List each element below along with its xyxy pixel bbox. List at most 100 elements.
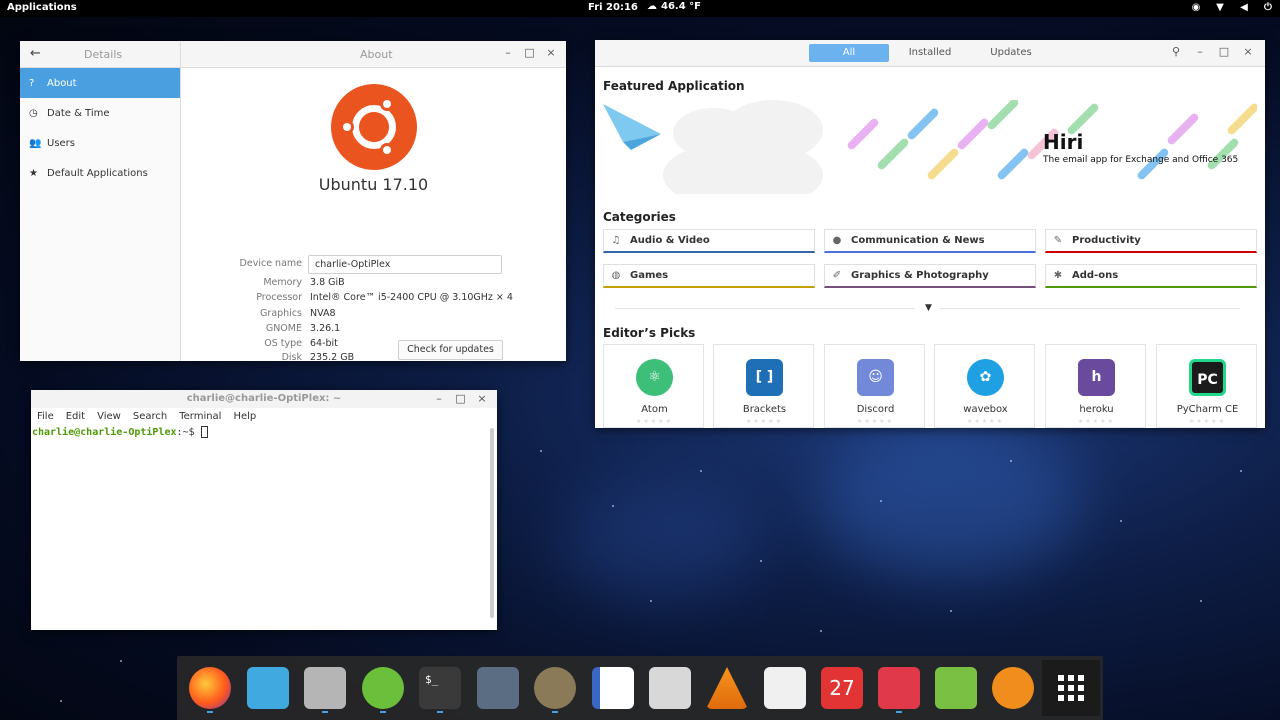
- writer-icon[interactable]: [592, 667, 634, 709]
- terminal-icon[interactable]: $_: [419, 667, 461, 709]
- applications-menu[interactable]: Applications: [7, 2, 77, 13]
- pick-name: Atom: [641, 404, 668, 415]
- mixer-icon[interactable]: [878, 667, 920, 709]
- info-row-gnome: GNOME 3.26.1: [181, 323, 566, 337]
- clock[interactable]: Fri 20:16: [588, 2, 638, 13]
- info-key: OS type: [264, 338, 302, 349]
- terminal-body[interactable]: charlie@charlie-OptiPlex:~$: [31, 425, 497, 630]
- menu-file[interactable]: File: [37, 411, 54, 422]
- settings-headerbar: ← Details About – □ ×: [20, 41, 566, 68]
- calendar-icon[interactable]: 27: [821, 667, 863, 709]
- volume-icon[interactable]: ◀: [1238, 1, 1250, 15]
- info-row-processor: Processor Intel® Core™ i5-2400 CPU @ 3.1…: [181, 292, 566, 306]
- search-icon[interactable]: ⚲: [1167, 45, 1185, 58]
- weather-indicator[interactable]: ☁ 46.4 °F: [647, 1, 701, 12]
- video-icon[interactable]: [477, 667, 519, 709]
- firefox-icon[interactable]: [189, 667, 231, 709]
- category-productivity[interactable]: ✎ Productivity: [1045, 229, 1257, 253]
- back-arrow-icon[interactable]: ←: [30, 46, 41, 61]
- category-audio-video[interactable]: ♫ Audio & Video: [603, 229, 815, 253]
- rating-stars: ★★★★★: [636, 418, 673, 425]
- ubuntu-logo-icon: [331, 84, 417, 170]
- pick-heroku[interactable]: h heroku ★★★★★: [1045, 344, 1146, 428]
- menu-help[interactable]: Help: [233, 411, 256, 422]
- info-row-memory: Memory 3.8 GiB: [181, 277, 566, 291]
- category-graphics-photography[interactable]: ✐ Graphics & Photography: [824, 264, 1036, 288]
- divider: [615, 308, 915, 309]
- calculator-icon[interactable]: [764, 667, 806, 709]
- menu-edit[interactable]: Edit: [66, 411, 85, 422]
- info-value: NVA8: [310, 308, 336, 319]
- terminal-scrollbar[interactable]: [490, 428, 494, 618]
- menu-search[interactable]: Search: [133, 411, 167, 422]
- info-row-os-type: OS type 64-bit: [181, 338, 566, 352]
- music-player-icon[interactable]: [935, 667, 977, 709]
- vlc-icon[interactable]: [706, 667, 748, 709]
- minimize-icon[interactable]: –: [430, 392, 448, 405]
- terminal-title: charlie@charlie-OptiPlex: ~: [186, 393, 342, 404]
- terminal-titlebar: charlie@charlie-OptiPlex: ~ – □ ×: [31, 390, 497, 408]
- menu-view[interactable]: View: [97, 411, 121, 422]
- maximize-icon[interactable]: □: [452, 392, 470, 405]
- pick-wavebox[interactable]: ✿ wavebox ★★★★★: [934, 344, 1035, 428]
- gamepad-icon: ◍: [611, 270, 621, 281]
- featured-banner[interactable]: Hiri The email app for Exchange and Offi…: [603, 100, 1257, 194]
- tab-updates[interactable]: Updates: [971, 44, 1051, 62]
- info-key: Memory: [263, 277, 302, 288]
- maximize-icon[interactable]: □: [1215, 45, 1233, 58]
- tab-all[interactable]: All: [809, 44, 889, 62]
- tab-installed[interactable]: Installed: [890, 44, 970, 62]
- prompt-suffix: :~$: [176, 427, 201, 438]
- pick-name: wavebox: [963, 404, 1008, 415]
- running-indicator: [437, 711, 443, 713]
- terminal-menubar: File Edit View Search Terminal Help: [31, 408, 497, 425]
- category-communication-news[interactable]: ● Communication & News: [824, 229, 1036, 253]
- running-indicator: [896, 711, 902, 713]
- info-row-graphics: Graphics NVA8: [181, 308, 566, 322]
- minimize-icon[interactable]: –: [499, 46, 517, 59]
- device-name-field[interactable]: charlie-OptiPlex: [308, 255, 502, 274]
- sidebar-item-about[interactable]: ? About: [20, 68, 180, 98]
- sidebar-item-users[interactable]: 👥 Users: [20, 128, 180, 158]
- pick-atom[interactable]: ⚛ Atom ★★★★★: [603, 344, 704, 428]
- info-value: 3.26.1: [310, 323, 341, 334]
- rating-stars: ★★★★★: [746, 418, 783, 425]
- files-icon[interactable]: [247, 667, 289, 709]
- info-key: Processor: [256, 292, 302, 303]
- maximize-icon[interactable]: □: [521, 46, 539, 59]
- text-editor-icon[interactable]: [649, 667, 691, 709]
- minimize-icon[interactable]: –: [1191, 45, 1209, 58]
- expand-categories-icon[interactable]: ▼: [925, 303, 932, 313]
- software-center-icon[interactable]: [304, 667, 346, 709]
- device-name-label: Device name: [239, 258, 302, 269]
- close-icon[interactable]: ×: [473, 392, 491, 405]
- sidebar-item-default-applications[interactable]: ★ Default Applications: [20, 158, 180, 188]
- settings-icon[interactable]: [362, 667, 404, 709]
- accessibility-icon[interactable]: ◉: [1190, 1, 1202, 15]
- rating-stars: ★★★★★: [1078, 418, 1115, 425]
- sync-icon[interactable]: [992, 667, 1034, 709]
- category-add-ons[interactable]: ✱ Add-ons: [1045, 264, 1257, 288]
- category-label: Graphics & Photography: [851, 270, 989, 281]
- header-separator: [180, 41, 181, 68]
- star-icon: ★: [29, 167, 38, 179]
- close-icon[interactable]: ×: [1239, 45, 1257, 58]
- question-icon: ?: [29, 77, 35, 89]
- details-title: Details: [84, 48, 123, 61]
- running-indicator: [322, 711, 328, 713]
- gimp-icon[interactable]: [534, 667, 576, 709]
- featured-title: Featured Application: [603, 79, 745, 93]
- check-updates-button[interactable]: Check for updates: [398, 340, 503, 360]
- close-icon[interactable]: ×: [542, 46, 560, 59]
- running-indicator: [207, 711, 213, 713]
- pick-discord[interactable]: ☺ Discord ★★★★★: [824, 344, 925, 428]
- power-icon[interactable]: ⏻: [1262, 1, 1274, 15]
- pick-pycharm[interactable]: PC PyCharm CE ★★★★★: [1156, 344, 1257, 428]
- pycharm-icon: PC: [1189, 359, 1226, 396]
- category-games[interactable]: ◍ Games: [603, 264, 815, 288]
- wifi-icon[interactable]: ▼: [1214, 1, 1226, 15]
- sidebar-item-date-time[interactable]: ◷ Date & Time: [20, 98, 180, 128]
- menu-terminal[interactable]: Terminal: [179, 411, 221, 422]
- pick-brackets[interactable]: [ ] Brackets ★★★★★: [713, 344, 814, 428]
- app-grid-icon[interactable]: [1042, 660, 1100, 716]
